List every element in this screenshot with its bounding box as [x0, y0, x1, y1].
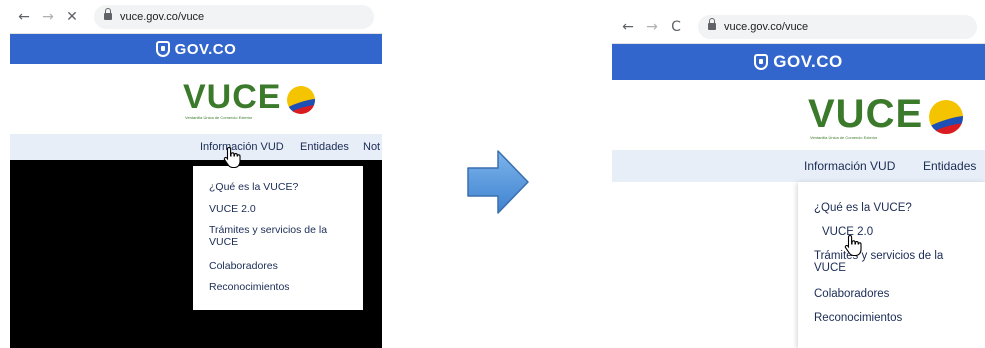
- dropdown-item-tramites[interactable]: Trámites y servicios de la VUCE: [209, 224, 349, 248]
- address-bar[interactable]: vuce.gov.co/vuce: [94, 4, 374, 29]
- nav-item-informacion-vud[interactable]: Información VUD: [804, 159, 895, 173]
- gov-banner-text: GOV.CO: [773, 52, 843, 71]
- gov-shield-icon: [155, 41, 170, 57]
- hand-pointer-icon: [223, 146, 241, 168]
- main-nav: Información VUD Entidades: [612, 150, 985, 182]
- screenshot-before: ← → ✕ vuce.gov.co/vuce GOV.CO VUCE Venta…: [10, 0, 382, 348]
- logo-word: VUCE: [808, 92, 924, 136]
- lock-icon: [708, 18, 716, 30]
- logo-word: VUCE: [183, 78, 282, 116]
- url-text: vuce.gov.co/vuce: [120, 10, 205, 23]
- dropdown-item-que-es[interactable]: ¿Qué es la VUCE?: [209, 181, 349, 193]
- screenshot-after: ← → C vuce.gov.co/vuce GOV.CO VUCE Venta…: [612, 10, 985, 348]
- logo-tagline: Ventanilla Única de Comercio Exterior: [810, 135, 878, 140]
- gov-shield-icon: [754, 54, 769, 70]
- nav-item-entidades[interactable]: Entidades: [923, 159, 976, 173]
- address-bar[interactable]: vuce.gov.co/vuce: [698, 14, 977, 39]
- vuce-logo[interactable]: VUCE Ventanilla Única de Comercio Exteri…: [183, 78, 316, 120]
- comparison-stage: ← → ✕ vuce.gov.co/vuce GOV.CO VUCE Venta…: [0, 0, 985, 348]
- colombia-ball-icon: [929, 100, 964, 134]
- nav-item-partial[interactable]: Not: [363, 141, 380, 153]
- logo-tagline: Ventanilla Única de Comercio Exterior: [185, 115, 253, 120]
- dropdown-item-tramites[interactable]: Trámites y servicios de la VUCE: [814, 250, 971, 274]
- gov-banner[interactable]: GOV.CO: [10, 34, 382, 64]
- forward-button[interactable]: →: [38, 9, 58, 25]
- dropdown-item-colaboradores[interactable]: Colaboradores: [209, 260, 349, 272]
- gov-banner[interactable]: GOV.CO: [612, 44, 985, 80]
- lock-icon: [104, 8, 112, 20]
- info-dropdown-menu: ¿Qué es la VUCE? VUCE 2.0 Trámites y ser…: [798, 182, 985, 348]
- gov-banner-text: GOV.CO: [174, 40, 237, 58]
- dropdown-item-reconocimientos[interactable]: Reconocimientos: [814, 312, 971, 324]
- back-button[interactable]: ←: [14, 9, 34, 25]
- nav-item-informacion-vud[interactable]: Información VUD: [200, 141, 284, 153]
- right-arrow-icon: [467, 150, 529, 214]
- logo-area: VUCE Ventanilla Única de Comercio Exteri…: [612, 80, 985, 150]
- dropdown-item-colaboradores[interactable]: Colaboradores: [814, 288, 971, 300]
- hand-pointer-icon: [844, 234, 862, 256]
- nav-item-entidades[interactable]: Entidades: [300, 141, 349, 153]
- main-nav: Información VUD Entidades Not: [10, 134, 382, 160]
- dropdown-item-que-es[interactable]: ¿Qué es la VUCE?: [814, 202, 971, 214]
- url-text: vuce.gov.co/vuce: [724, 20, 809, 33]
- logo-area: VUCE Ventanilla Única de Comercio Exteri…: [10, 64, 382, 134]
- colombia-ball-icon: [287, 86, 316, 114]
- stop-button[interactable]: ✕: [62, 9, 82, 25]
- browser-toolbar: ← → C vuce.gov.co/vuce: [612, 10, 985, 44]
- vuce-logo[interactable]: VUCE Ventanilla Única de Comercio Exteri…: [808, 92, 964, 140]
- dropdown-item-reconocimientos[interactable]: Reconocimientos: [209, 281, 349, 293]
- reload-button[interactable]: C: [666, 19, 686, 35]
- back-button[interactable]: ←: [618, 19, 638, 35]
- browser-toolbar: ← → ✕ vuce.gov.co/vuce: [10, 0, 382, 34]
- dropdown-item-vuce-2[interactable]: VUCE 2.0: [209, 203, 349, 215]
- info-dropdown-menu: ¿Qué es la VUCE? VUCE 2.0 Trámites y ser…: [193, 166, 363, 310]
- forward-button[interactable]: →: [642, 19, 662, 35]
